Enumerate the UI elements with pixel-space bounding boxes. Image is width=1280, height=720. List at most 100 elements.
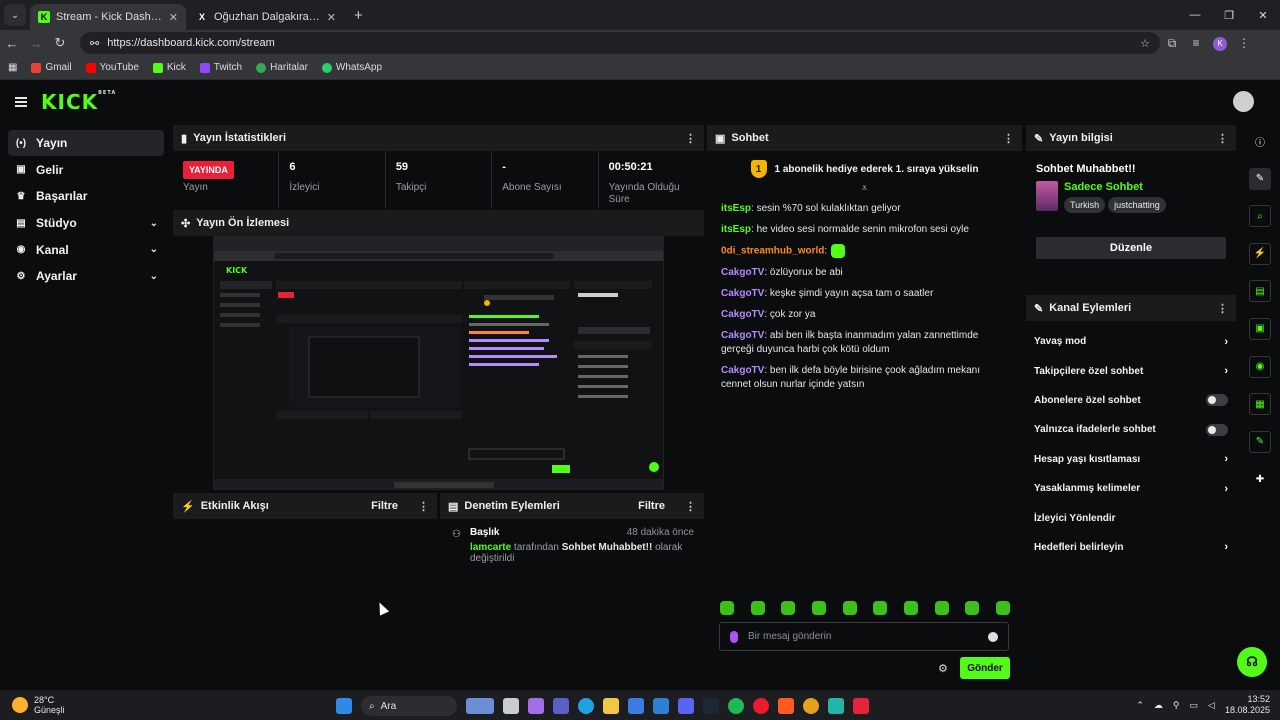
taskbar-search[interactable]: ⌕ Ara [361, 696, 457, 716]
tab-kick-dashboard[interactable]: K Stream - Kick Dashboard ✕ [30, 4, 186, 30]
url-bar[interactable]: ⚯ https://dashboard.kick.com/stream ☆ [80, 32, 1160, 54]
apps-grid-icon[interactable]: ▦ [8, 62, 17, 73]
emote-icon[interactable] [965, 601, 980, 615]
app-icon[interactable] [853, 698, 869, 714]
spotify-icon[interactable] [728, 698, 744, 714]
bookmark-whatsapp[interactable]: WhatsApp [321, 62, 382, 73]
sidebar-item-yayin[interactable]: (•) Yayın [8, 130, 164, 156]
cloud-icon[interactable]: ☁ [1154, 700, 1163, 711]
emote-icon[interactable] [781, 601, 796, 615]
chat-username[interactable]: CakgoTV [721, 365, 764, 376]
moderator-name[interactable]: lamcarte [470, 542, 511, 553]
kick-logo[interactable]: KICKBETA [41, 90, 116, 114]
user-avatar[interactable] [1233, 91, 1254, 112]
chat-icon[interactable]: ▣ [1249, 317, 1271, 340]
clock[interactable]: 13:52 18.08.2025 [1225, 694, 1270, 716]
tab-x-post[interactable]: X Oğuzhan Dalgakıran on X: "#FO ✕ [188, 4, 344, 30]
close-tab-icon[interactable]: ✕ [327, 11, 336, 24]
file-explorer-icon[interactable] [603, 698, 619, 714]
app-icon[interactable] [828, 698, 844, 714]
bookmark-twitch[interactable]: Twitch [199, 62, 242, 73]
stream-preview-video[interactable]: KICK [213, 236, 664, 490]
channel-action-item[interactable]: Hedefleri belirleyin › [1026, 533, 1236, 562]
emote-icon[interactable] [842, 601, 857, 615]
chat-username[interactable]: itsEsp [721, 224, 751, 235]
kebab-menu-icon[interactable]: ⋮ [685, 500, 696, 513]
mail-icon[interactable] [653, 698, 669, 714]
mic-icon[interactable]: ⚲ [1173, 700, 1180, 711]
channel-action-item[interactable]: Yasaklanmış kelimeler › [1026, 474, 1236, 503]
bookmark-kick[interactable]: Kick [152, 62, 186, 73]
site-info-icon[interactable]: ⚯ [90, 37, 99, 50]
chrome-icon[interactable] [803, 698, 819, 714]
chevron-up-icon[interactable]: ⌃ [1136, 700, 1144, 711]
kebab-menu-icon[interactable]: ⋮ [1003, 132, 1014, 145]
chat-username[interactable]: CakgoTV [721, 288, 764, 299]
close-tab-icon[interactable]: ✕ [169, 11, 178, 24]
send-button[interactable]: Gönder [960, 657, 1010, 679]
copilot-icon[interactable] [528, 698, 544, 714]
kebab-menu-icon[interactable]: ⋮ [1217, 132, 1228, 145]
back-icon[interactable]: ← [0, 36, 24, 51]
weather-widget[interactable]: 28°C Güneşli [12, 695, 65, 715]
user-search-icon[interactable]: ⌕ [1249, 205, 1271, 228]
browser-menu-icon[interactable]: ⋮ [1232, 36, 1256, 50]
filter-button[interactable]: Filtre [638, 500, 665, 512]
channel-action-item[interactable]: Abonelere özel sohbet [1026, 386, 1236, 415]
kebab-menu-icon[interactable]: ⋮ [418, 500, 429, 513]
expand-chevron-icon[interactable]: ⩡ [707, 183, 1022, 194]
help-support-button[interactable]: ☊ [1237, 647, 1267, 677]
category-name[interactable]: Sadece Sohbet [1064, 181, 1169, 193]
gift-sub-banner[interactable]: 11 abonelik hediye ederek 1. sıraya yüks… [707, 151, 1022, 187]
store-icon[interactable] [628, 698, 644, 714]
sidebar-item-gelir[interactable]: ▣ Gelir [8, 157, 164, 183]
task-view-icon[interactable] [503, 698, 519, 714]
discord-icon[interactable] [678, 698, 694, 714]
windows-start-icon[interactable] [336, 698, 352, 714]
extensions-icon[interactable]: ⧉ [1160, 36, 1184, 51]
widgets-icon[interactable] [466, 698, 494, 714]
broadcast-icon[interactable]: ◉ [1249, 355, 1271, 378]
emote-icon[interactable] [934, 601, 949, 615]
chat-username[interactable]: 0di_streamhub_world [721, 246, 824, 257]
emote-icon[interactable] [903, 601, 918, 615]
hamburger-menu-icon[interactable] [15, 95, 27, 109]
emote-icon[interactable] [750, 601, 765, 615]
sidebar-item-ayarlar[interactable]: ⚙ Ayarlar ⌄ [8, 263, 164, 289]
sidebar-item-kanal[interactable]: ◉ Kanal ⌄ [8, 237, 164, 263]
chat-username[interactable]: itsEsp [721, 203, 751, 214]
chat-username[interactable]: CakgoTV [721, 267, 764, 278]
sidebar-item-basarilar[interactable]: ♛ Başarılar [8, 183, 164, 209]
media-icon[interactable]: ≡ [1184, 36, 1208, 50]
wrench-icon[interactable]: ✎ [1249, 430, 1271, 453]
chat-message-input[interactable]: Bir mesaj gönderin [719, 622, 1009, 651]
edge-icon[interactable] [578, 698, 594, 714]
close-window-icon[interactable]: ✕ [1246, 0, 1280, 30]
chat-username[interactable]: CakgoTV [721, 309, 764, 320]
emote-icon[interactable] [873, 601, 888, 615]
sidebar-item-studyo[interactable]: ▤ Stüdyo ⌄ [8, 210, 164, 236]
steam-icon[interactable] [703, 698, 719, 714]
channel-action-item[interactable]: Hesap yaşı kısıtlaması › [1026, 445, 1236, 474]
microphone-icon[interactable] [730, 630, 738, 643]
emote-icon[interactable] [995, 601, 1010, 615]
emote-icon[interactable] [811, 601, 826, 615]
new-tab-button[interactable]: + [354, 7, 363, 24]
bookmark-maps[interactable]: Haritalar [256, 62, 308, 73]
edit-stream-button[interactable]: Düzenle [1036, 237, 1226, 259]
volume-icon[interactable]: ◁ [1208, 700, 1215, 711]
toggle-switch[interactable] [1206, 394, 1228, 407]
forward-icon[interactable]: → [24, 36, 48, 51]
channel-action-item[interactable]: Takipçilere özel sohbet › [1026, 356, 1236, 385]
channel-action-item[interactable]: Yavaş mod › [1026, 327, 1236, 356]
channel-action-item[interactable]: İzleyici Yönlendir [1026, 503, 1236, 532]
minimize-icon[interactable]: — [1178, 0, 1212, 30]
kebab-menu-icon[interactable]: ⋮ [685, 132, 696, 145]
app-icon[interactable] [778, 698, 794, 714]
add-widget-icon[interactable]: ✚ [1249, 468, 1271, 490]
info-icon[interactable]: ⓘ [1249, 130, 1271, 152]
document-icon[interactable]: ▤ [1249, 280, 1271, 303]
opera-icon[interactable] [753, 698, 769, 714]
filter-button[interactable]: Filtre [371, 500, 398, 512]
kebab-menu-icon[interactable]: ⋮ [1217, 302, 1228, 315]
